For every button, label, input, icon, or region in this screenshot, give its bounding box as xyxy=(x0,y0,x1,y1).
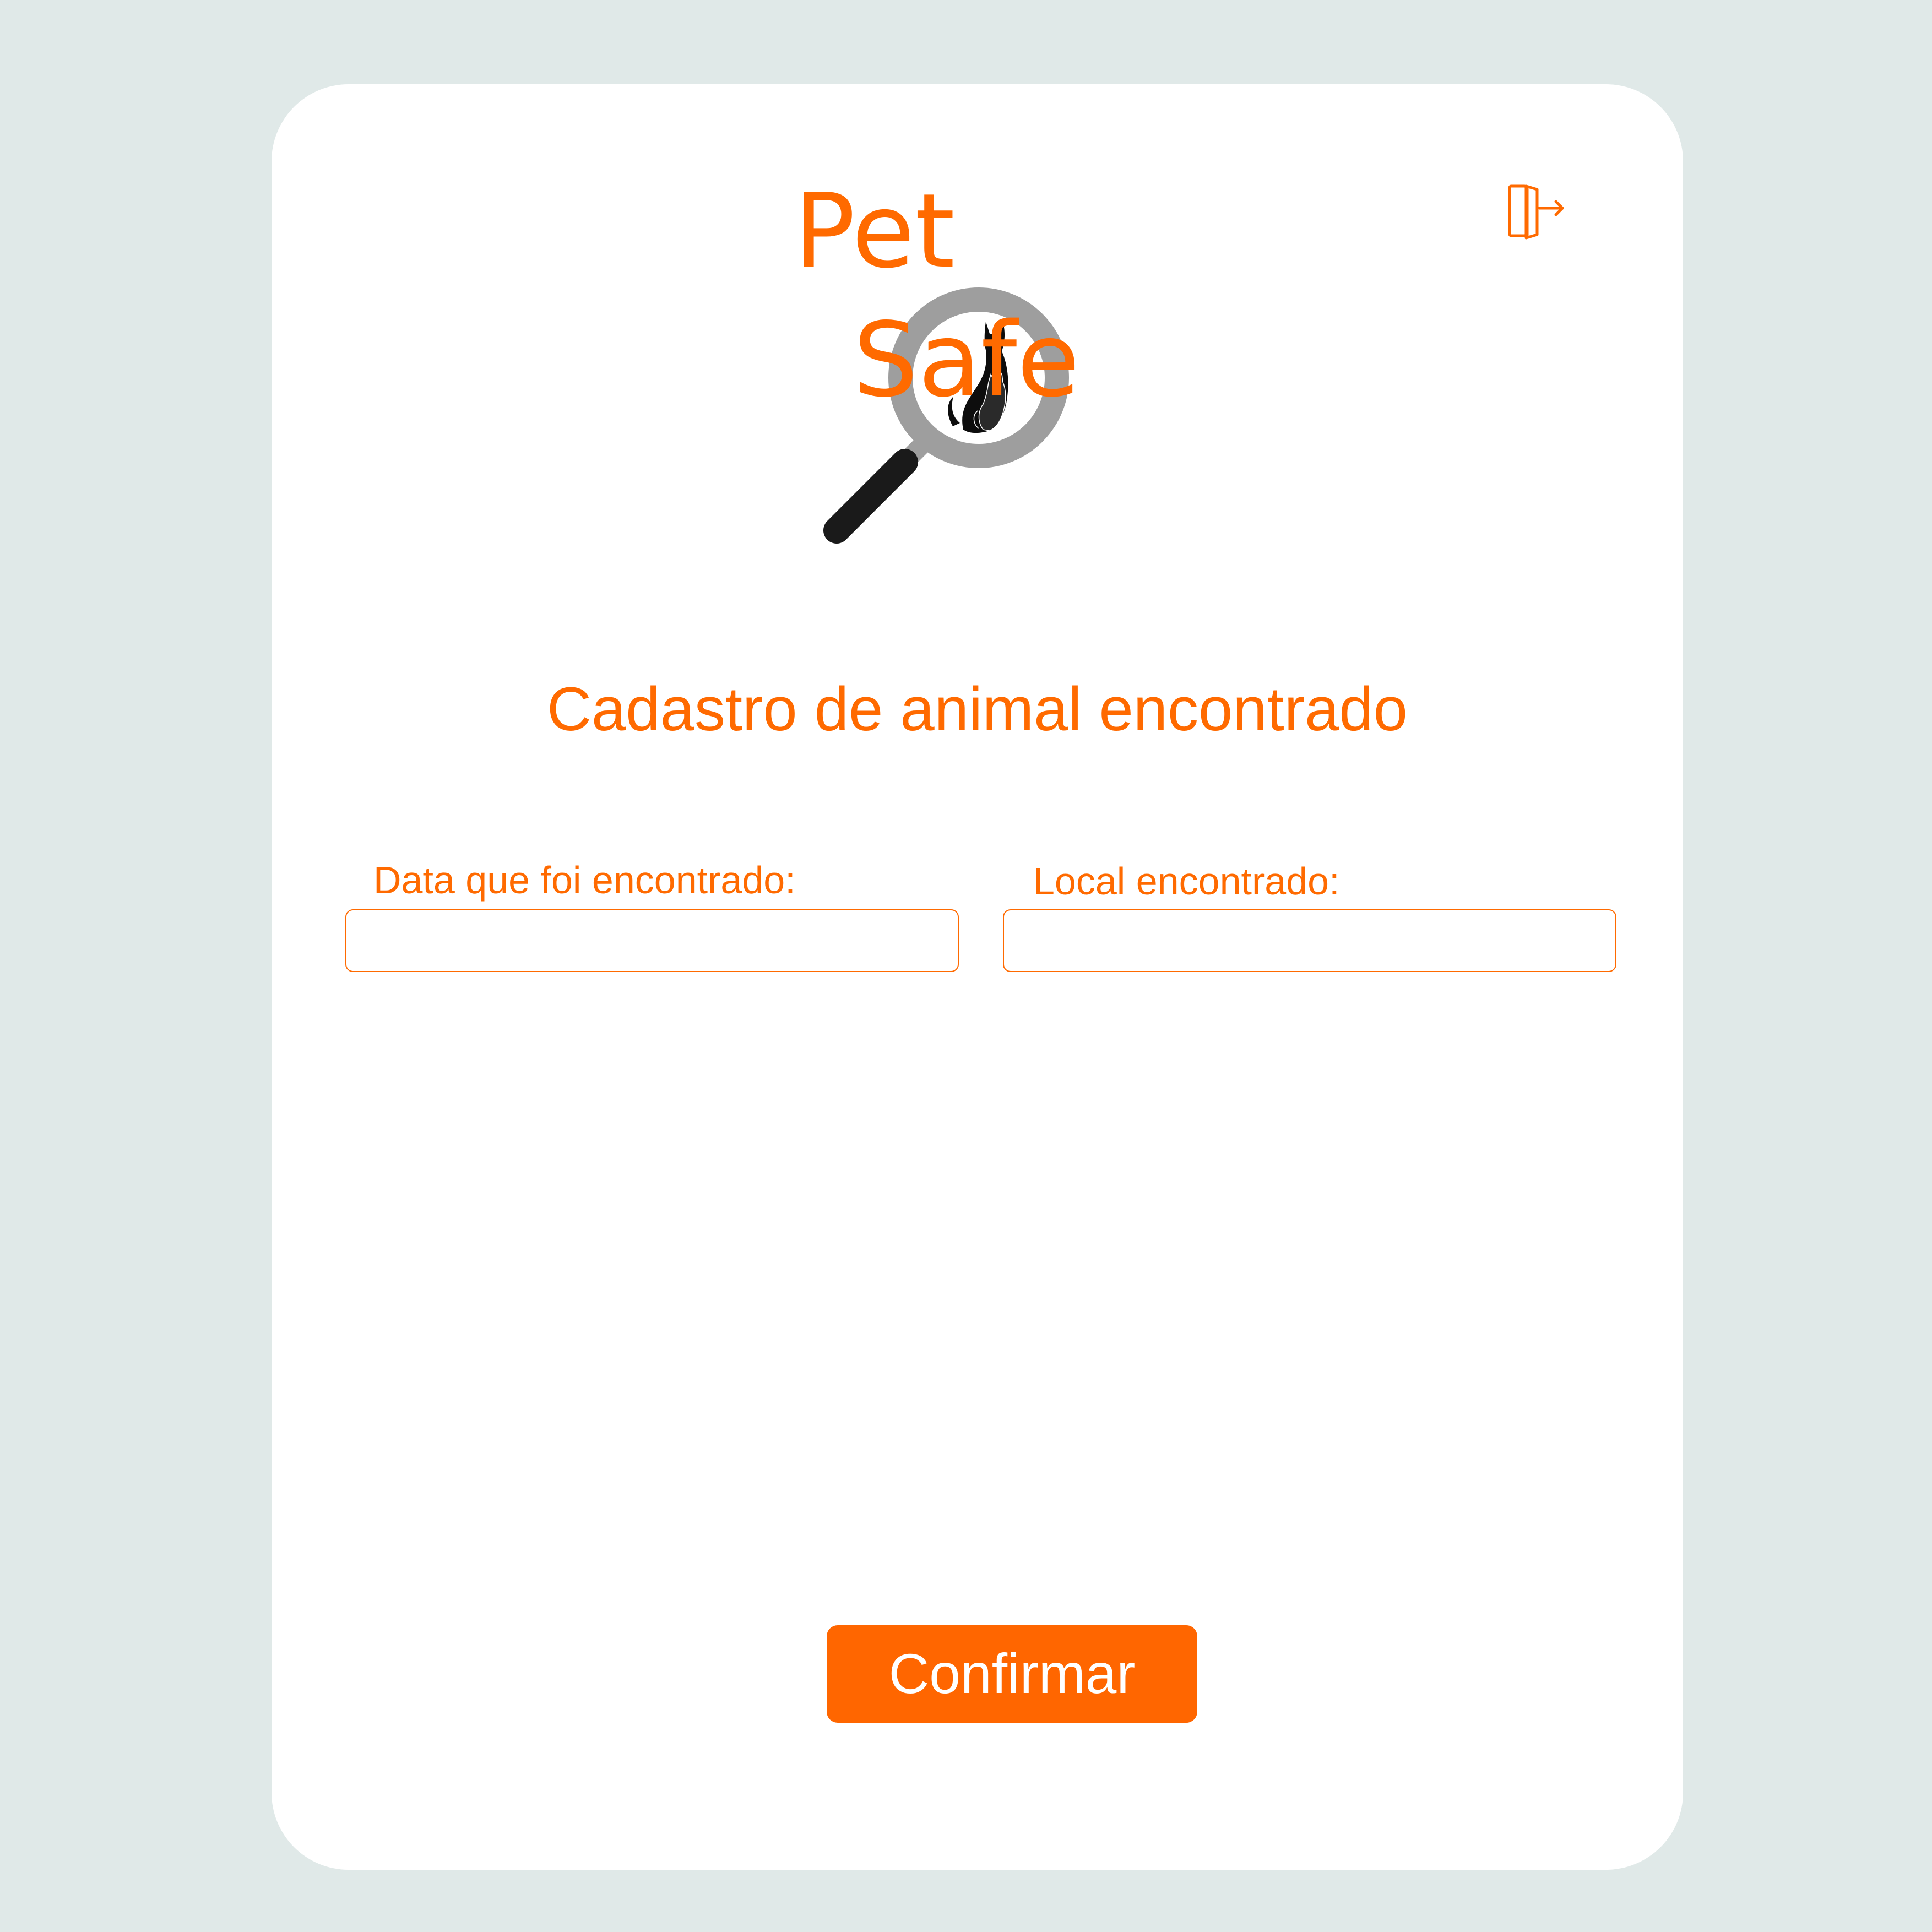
date-found-label: Data que foi encontrado: xyxy=(373,859,796,902)
brand-word-pet: Pet xyxy=(794,171,955,291)
confirm-button[interactable]: Confirmar xyxy=(827,1625,1197,1723)
location-found-label: Local encontrado: xyxy=(1033,860,1340,903)
date-found-input[interactable] xyxy=(345,909,959,972)
logout-door-icon[interactable] xyxy=(1505,181,1567,242)
form-card: Pet Safe Cadastro de animal encontrado D… xyxy=(272,84,1683,1870)
pet-safe-logo: Pet Safe xyxy=(794,171,1197,566)
location-found-input[interactable] xyxy=(1003,909,1616,972)
page-title: Cadastro de animal encontrado xyxy=(547,675,1408,744)
brand-word-safe: Safe xyxy=(853,300,1080,420)
